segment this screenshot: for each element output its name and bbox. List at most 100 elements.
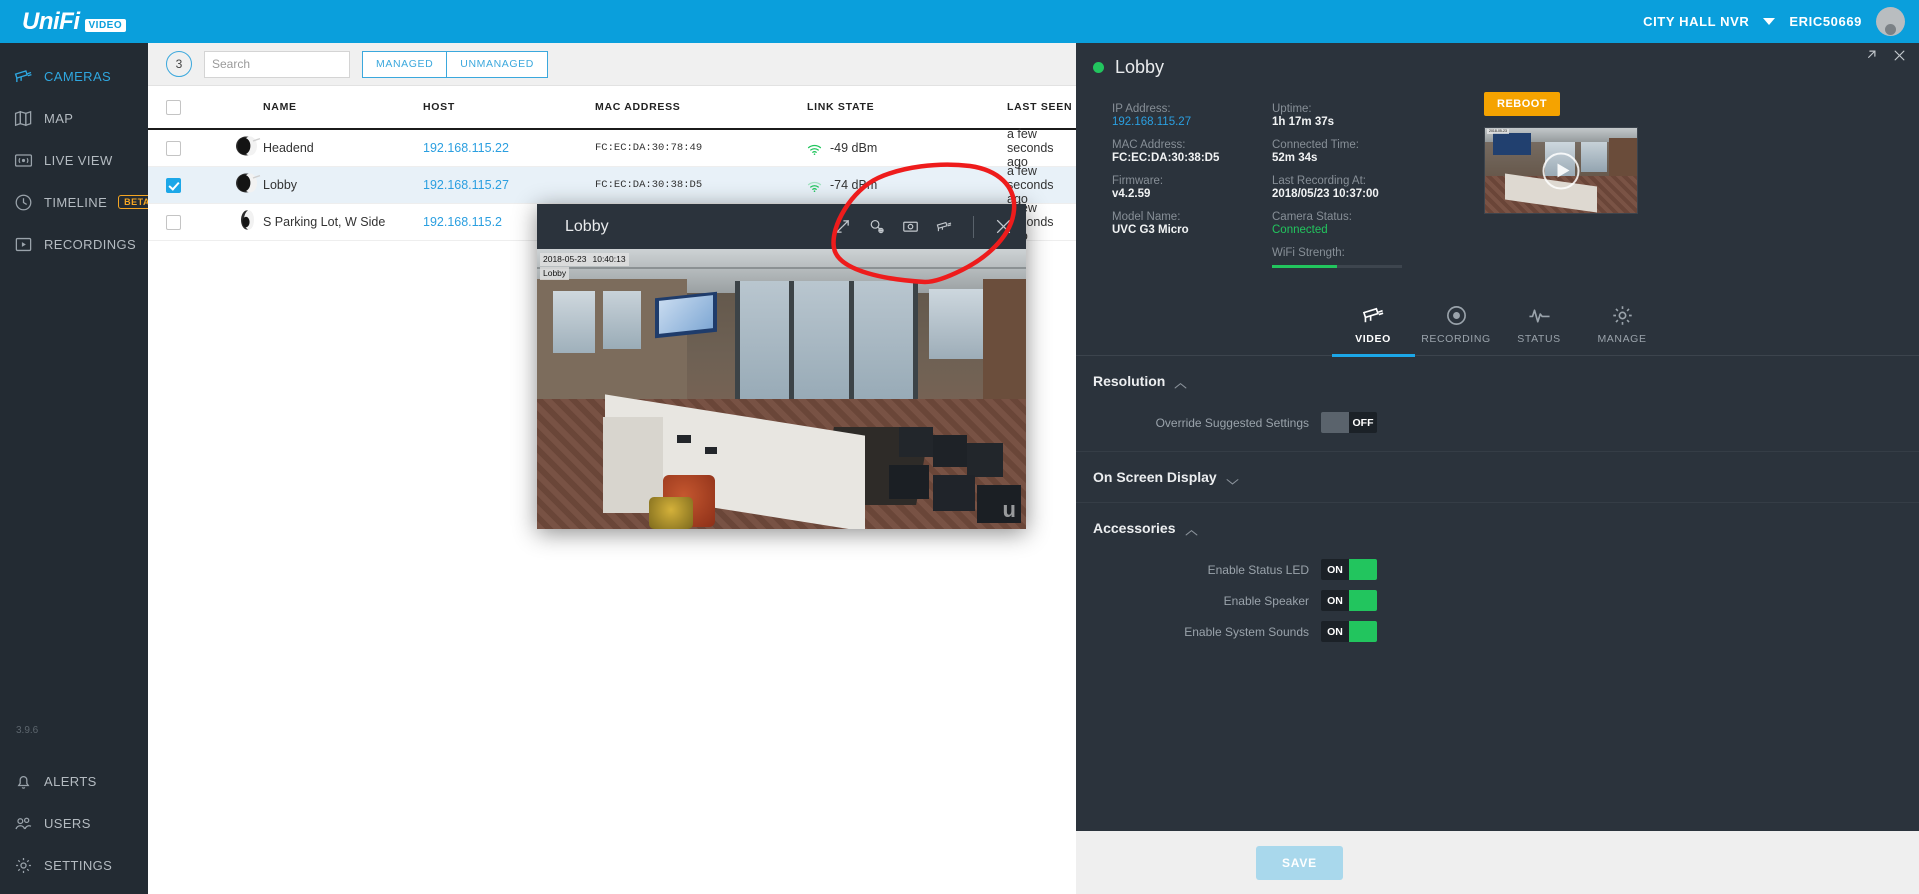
panel-title-row: Lobby <box>1076 43 1919 78</box>
ip-address-value[interactable]: 192.168.115.27 <box>1112 116 1272 128</box>
connected-time-label: Connected Time: <box>1272 139 1359 151</box>
sidebar-item-alerts[interactable]: ALERTS <box>0 766 148 796</box>
section-accessories-header[interactable]: Accessories <box>1076 503 1919 536</box>
map-icon <box>14 109 33 128</box>
table-row[interactable]: Headend 192.168.115.22 FC:EC:DA:30:78:49… <box>148 127 1076 169</box>
table-header-row: NAME HOST MAC ADDRESS LINK STATE LAST SE… <box>148 86 1076 130</box>
filter-managed-button[interactable]: MANAGED <box>362 50 448 78</box>
row-checkbox[interactable] <box>166 177 181 193</box>
sidebar-item-label: RECORDINGS <box>44 236 137 252</box>
close-panel-icon[interactable] <box>1892 48 1907 63</box>
enable-speaker-toggle[interactable]: ON <box>1321 590 1377 611</box>
cell-mac: FC:EC:DA:30:38:D5 <box>595 179 703 191</box>
pulse-icon <box>1528 304 1551 327</box>
chevron-down-icon[interactable] <box>1763 18 1776 25</box>
row-select-cell[interactable] <box>166 177 205 193</box>
scene-display-content <box>659 295 713 334</box>
sidebar-item-cameras[interactable]: CAMERAS <box>0 61 148 91</box>
chevron-up-icon[interactable] <box>1185 524 1198 536</box>
table-row[interactable]: Lobby 192.168.115.27 FC:EC:DA:30:38:D5 -… <box>148 164 1076 206</box>
sidebar-item-users[interactable]: USERS <box>0 808 148 838</box>
open-external-icon[interactable] <box>1863 48 1878 63</box>
zoom-settings-icon[interactable] <box>868 218 885 235</box>
search-box[interactable] <box>204 50 389 93</box>
camera-snapshot-thumbnail[interactable]: 2018-05-23 <box>1484 127 1638 214</box>
select-all-cell[interactable] <box>166 99 205 115</box>
play-box-icon <box>14 235 33 254</box>
logo-badge: VIDEO <box>84 18 127 32</box>
filter-unmanaged-button[interactable]: UNMANAGED <box>447 50 548 78</box>
filter-segmented-control: MANAGED UNMANAGED <box>362 50 548 78</box>
row-select-cell[interactable] <box>166 214 205 230</box>
avatar[interactable] <box>1876 7 1905 36</box>
tab-recording[interactable]: RECORDING <box>1415 304 1498 357</box>
unifi-video-app: UniFi VIDEO CITY HALL NVR ERIC50669 CAME… <box>0 0 1919 894</box>
panel-header-icons <box>1863 48 1907 63</box>
section-osd-header[interactable]: On Screen Display <box>1076 452 1919 502</box>
thumb-osd-timestamp: 2018-05-23 <box>1487 129 1509 135</box>
row-checkbox[interactable] <box>166 214 181 230</box>
uptime-value: 1h 17m 37s <box>1272 116 1335 128</box>
toolbar-divider <box>973 215 974 238</box>
modal-title: Lobby <box>565 217 609 235</box>
reboot-button[interactable]: REBOOT <box>1484 92 1561 116</box>
sidebar-item-map[interactable]: MAP <box>0 103 148 133</box>
enable-status-led-toggle[interactable]: ON <box>1321 559 1377 580</box>
wifi-icon <box>807 142 822 155</box>
chevron-up-icon[interactable] <box>1174 377 1187 389</box>
select-all-checkbox[interactable] <box>166 99 181 115</box>
field-label: Override Suggested Settings <box>1155 415 1309 430</box>
scene-desk-object <box>705 447 717 454</box>
field-enable-status-led: Enable Status LED ON <box>1076 559 1919 580</box>
ip-address-label: IP Address: <box>1112 103 1171 115</box>
row-camera-thumb <box>233 172 263 199</box>
save-button[interactable]: SAVE <box>1256 845 1343 880</box>
user-name-label[interactable]: ERIC50669 <box>1789 14 1862 29</box>
sidebar-item-label: MAP <box>44 110 74 126</box>
play-button[interactable] <box>1542 152 1580 189</box>
section-resolution-header[interactable]: Resolution <box>1076 356 1919 389</box>
tab-status[interactable]: STATUS <box>1498 304 1581 357</box>
sidebar-item-label: LIVE VIEW <box>44 152 113 168</box>
sidebar-item-recordings[interactable]: RECORDINGS <box>0 229 148 259</box>
row-select-cell[interactable] <box>166 140 205 156</box>
sidebar-item-live-view[interactable]: LIVE VIEW <box>0 145 148 175</box>
column-header-link-state[interactable]: LINK STATE <box>807 101 1007 113</box>
info-column-right: Uptime: 1h 17m 37s Connected Time: 52m 3… <box>1272 92 1472 268</box>
scene-window-right <box>929 289 983 359</box>
search-input[interactable] <box>212 57 367 71</box>
cell-name: Lobby <box>263 178 298 192</box>
tab-label: STATUS <box>1517 333 1561 345</box>
connected-time-value: 52m 34s <box>1272 152 1318 164</box>
scene-window-left <box>553 291 595 353</box>
column-header-host[interactable]: HOST <box>423 101 595 113</box>
enable-system-sounds-toggle[interactable]: ON <box>1321 621 1377 642</box>
cell-host[interactable]: 192.168.115.27 <box>423 178 595 192</box>
column-header-mac[interactable]: MAC ADDRESS <box>595 101 807 113</box>
live-video-stream[interactable]: u 2018-05-23 10:40:13 Lobby <box>537 249 1026 529</box>
expand-icon[interactable] <box>834 218 851 235</box>
field-label: Enable System Sounds <box>1184 624 1309 639</box>
sidebar-item-settings[interactable]: SETTINGS <box>0 850 148 880</box>
column-header-name[interactable]: NAME <box>263 101 423 113</box>
tab-video[interactable]: VIDEO <box>1331 304 1415 357</box>
toggle-state-label: ON <box>1321 559 1349 580</box>
sidebar-item-timeline[interactable]: TIMELINE BETA <box>0 187 156 217</box>
row-checkbox[interactable] <box>166 140 181 156</box>
scene-chair <box>899 427 933 457</box>
scene-chair <box>967 443 1003 477</box>
snapshot-icon[interactable] <box>902 218 919 235</box>
override-suggested-settings-toggle[interactable]: OFF <box>1321 412 1377 433</box>
thumb-window <box>1581 142 1607 172</box>
nvr-selector-label[interactable]: CITY HALL NVR <box>1643 14 1749 29</box>
close-icon[interactable] <box>994 217 1013 236</box>
section-accessories: Accessories Enable Status LED ON Enable <box>1076 503 1919 660</box>
camera-icon <box>233 136 263 161</box>
chevron-down-icon[interactable] <box>1226 473 1239 485</box>
unifi-logo[interactable]: UniFi VIDEO <box>0 9 127 34</box>
tab-manage[interactable]: MANAGE <box>1581 304 1664 357</box>
column-header-last-seen[interactable]: LAST SEEN <box>1007 101 1076 113</box>
camera-config-icon[interactable] <box>936 218 953 235</box>
cell-host[interactable]: 192.168.115.22 <box>423 141 595 155</box>
camera-status-label: Camera Status: <box>1272 211 1352 223</box>
